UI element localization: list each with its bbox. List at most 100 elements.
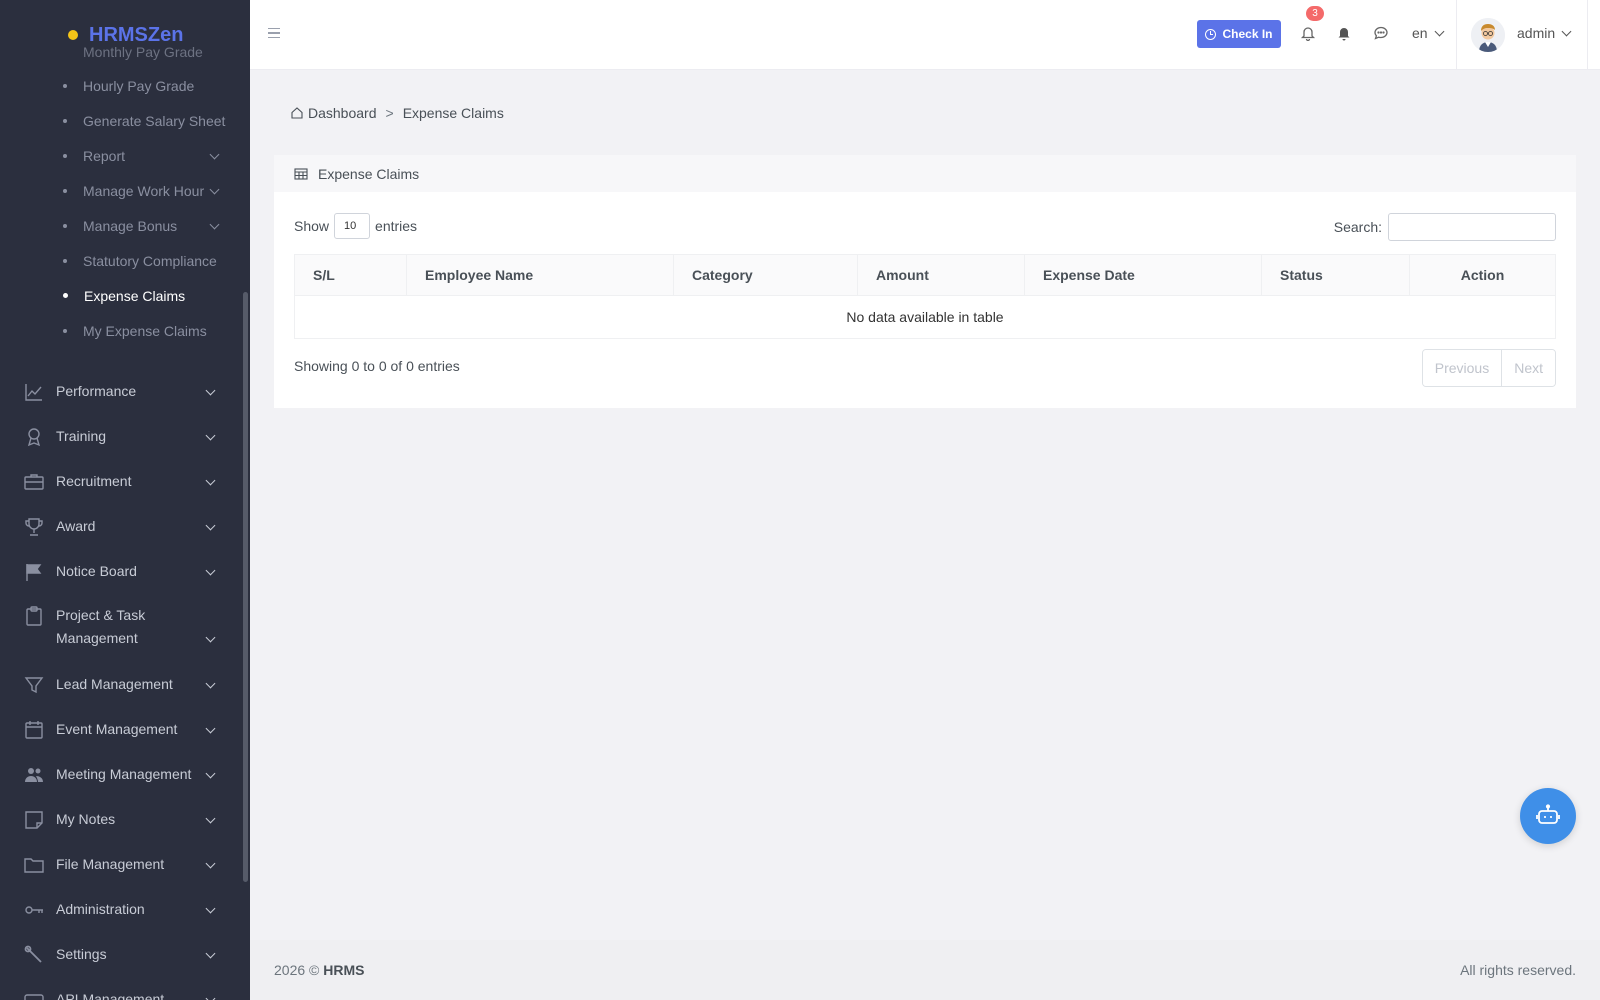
username-label: admin bbox=[1517, 25, 1556, 41]
entries-select[interactable]: 10 bbox=[334, 213, 371, 239]
chevron-down-icon bbox=[1434, 26, 1445, 36]
menu-toggle-icon[interactable] bbox=[268, 28, 280, 38]
home-icon bbox=[291, 107, 303, 119]
sidebar-item-training[interactable]: Training bbox=[0, 414, 240, 459]
chevron-down-icon bbox=[205, 768, 216, 779]
next-page-button[interactable]: Next bbox=[1501, 350, 1555, 386]
chevron-down-icon bbox=[205, 565, 216, 576]
sidebar-subitem-manage-work-hour[interactable]: Manage Work Hour bbox=[0, 173, 240, 208]
bell-outline-icon[interactable] bbox=[1300, 25, 1316, 42]
topbar-divider bbox=[1587, 0, 1588, 70]
sidebar-item-label: Award bbox=[56, 518, 96, 534]
column-header-action[interactable]: Action bbox=[1409, 254, 1556, 296]
sidebar-item-label: Settings bbox=[56, 946, 107, 962]
check-in-label: Check In bbox=[1222, 27, 1273, 41]
chat-icon[interactable] bbox=[1373, 25, 1389, 41]
breadcrumb-home-link[interactable]: Dashboard bbox=[308, 105, 377, 121]
chevron-down-icon bbox=[205, 385, 216, 396]
language-label: en bbox=[1412, 25, 1428, 41]
calendar-icon bbox=[24, 720, 44, 740]
sidebar-subitem-hourly-pay-grade[interactable]: Hourly Pay Grade bbox=[0, 68, 240, 103]
clipboard-icon bbox=[24, 606, 44, 626]
sidebar-subitem-label: My Expense Claims bbox=[83, 322, 207, 339]
search-input[interactable] bbox=[1388, 213, 1556, 241]
sidebar-item-file-management[interactable]: File Management bbox=[0, 842, 240, 887]
sidebar-scrollbar[interactable] bbox=[243, 292, 248, 882]
sidebar-item-settings[interactable]: Settings bbox=[0, 932, 240, 977]
previous-page-button[interactable]: Previous bbox=[1422, 350, 1502, 386]
sidebar-item-administration[interactable]: Administration bbox=[0, 887, 240, 932]
sidebar-subitem-report[interactable]: Report bbox=[0, 138, 240, 173]
sidebar-item-label: API Management bbox=[56, 991, 165, 1000]
chevron-down-icon bbox=[209, 149, 220, 160]
sidebar-item-performance[interactable]: Performance bbox=[0, 369, 240, 414]
chevron-down-icon bbox=[205, 903, 216, 914]
column-header-sl[interactable]: S/L bbox=[294, 254, 407, 296]
sidebar-item-recruitment[interactable]: Recruitment bbox=[0, 459, 240, 504]
column-header-status[interactable]: Status bbox=[1261, 254, 1410, 296]
sidebar-item-label: Recruitment bbox=[56, 473, 132, 489]
sidebar-item-label: Administration bbox=[56, 901, 145, 917]
sidebar-item-label: Project & Task Management bbox=[56, 607, 146, 646]
chevron-down-icon bbox=[205, 858, 216, 869]
sidebar-subitem-manage-bonus[interactable]: Manage Bonus bbox=[0, 208, 240, 243]
sidebar-subitem-label: Manage Bonus bbox=[83, 217, 178, 234]
page-length-control: Show 10 entries bbox=[294, 213, 417, 239]
flag-icon bbox=[24, 562, 44, 582]
chevron-down-icon bbox=[205, 520, 216, 531]
sidebar-item-lead-management[interactable]: Lead Management bbox=[0, 662, 240, 707]
footer-year: 2026 © bbox=[274, 962, 320, 978]
expense-claims-card: Expense Claims Show 10 entries Search: S… bbox=[274, 155, 1576, 408]
sidebar-item-meeting-management[interactable]: Meeting Management bbox=[0, 752, 240, 797]
sidebar-subitem-my-expense-claims[interactable]: My Expense Claims bbox=[0, 313, 240, 348]
chevron-down-icon bbox=[205, 475, 216, 486]
sidebar-subitem-generate-salary-sheet[interactable]: Generate Salary Sheet bbox=[0, 103, 240, 138]
sidebar-subitem-expense-claims[interactable]: Expense Claims bbox=[0, 278, 240, 313]
column-header-expense-date[interactable]: Expense Date bbox=[1024, 254, 1262, 296]
key-icon bbox=[24, 900, 44, 920]
bullet-icon bbox=[63, 83, 67, 88]
chevron-down-icon bbox=[205, 632, 216, 643]
chevron-down-icon bbox=[205, 948, 216, 959]
footer-company: HRMS bbox=[323, 962, 365, 978]
chatbot-button[interactable] bbox=[1520, 788, 1576, 844]
sidebar-item-label: Training bbox=[56, 428, 107, 444]
user-menu[interactable]: admin bbox=[1517, 25, 1572, 41]
sidebar-item-notice-board[interactable]: Notice Board bbox=[0, 549, 240, 594]
avatar[interactable] bbox=[1471, 18, 1505, 52]
sidebar-item-event-management[interactable]: Event Management bbox=[0, 707, 240, 752]
sidebar-item-api-management[interactable]: API Management bbox=[0, 977, 240, 1000]
sidebar-subitem-statutory-compliance[interactable]: Statutory Compliance bbox=[0, 243, 240, 278]
column-header-amount[interactable]: Amount bbox=[857, 254, 1025, 296]
footer-rights: All rights reserved. bbox=[1460, 962, 1576, 978]
payroll-submenu: Monthly Pay Grade Hourly Pay Grade Gener… bbox=[0, 44, 240, 348]
chevron-down-icon bbox=[205, 813, 216, 824]
briefcase-icon bbox=[24, 472, 44, 492]
language-selector[interactable]: en bbox=[1412, 25, 1445, 41]
column-header-employee-name[interactable]: Employee Name bbox=[406, 254, 674, 296]
sidebar-item-label: Notice Board bbox=[56, 563, 137, 579]
sidebar-item-project-task-management[interactable]: Project & Task Management bbox=[0, 594, 240, 662]
bell-icon[interactable] bbox=[1336, 25, 1352, 41]
search-label: Search: bbox=[1333, 219, 1382, 235]
column-header-category[interactable]: Category bbox=[673, 254, 858, 296]
robot-icon bbox=[1536, 804, 1560, 824]
sidebar-item-my-notes[interactable]: My Notes bbox=[0, 797, 240, 842]
sidebar-subitem-monthly-pay-grade[interactable]: Monthly Pay Grade bbox=[0, 36, 240, 68]
breadcrumb: Dashboard > Expense Claims bbox=[290, 105, 504, 121]
chevron-down-icon bbox=[209, 219, 220, 230]
wrench-icon bbox=[24, 945, 44, 965]
folder-icon bbox=[24, 855, 44, 875]
breadcrumb-separator: > bbox=[385, 105, 394, 121]
chevron-down-icon bbox=[205, 678, 216, 689]
sidebar-item-award[interactable]: Award bbox=[0, 504, 240, 549]
check-in-button[interactable]: Check In bbox=[1197, 20, 1281, 48]
chevron-down-icon bbox=[205, 430, 216, 441]
card-header: Expense Claims bbox=[274, 155, 1576, 192]
sidebar-subitem-label: Statutory Compliance bbox=[83, 252, 217, 269]
topbar: Check In 3 en admin bbox=[250, 0, 1600, 70]
api-icon bbox=[24, 990, 44, 1000]
footer-copyright: 2026 © HRMS bbox=[274, 962, 364, 978]
funnel-icon bbox=[24, 675, 44, 695]
sidebar-menu: Performance Training Recruitment Award N… bbox=[0, 369, 240, 1000]
